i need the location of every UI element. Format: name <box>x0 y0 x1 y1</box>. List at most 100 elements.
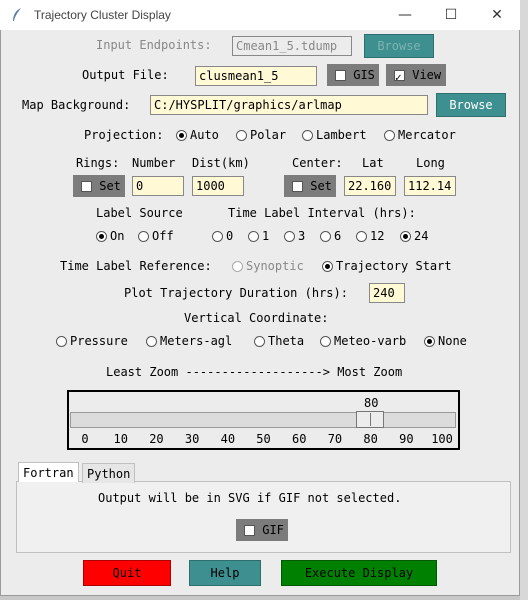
gis-checkbox-box <box>335 70 346 81</box>
feather-icon <box>13 8 21 21</box>
rings-set-checkbox[interactable]: Set <box>73 175 125 197</box>
output-file-field[interactable]: clusmean1_5 <box>195 66 317 86</box>
maximize-button[interactable]: ☐ <box>428 0 474 30</box>
label-source-on-radio[interactable]: On <box>96 229 124 243</box>
output-file-label: Output File: <box>82 68 169 82</box>
gif-checkbox[interactable]: GIF <box>236 519 288 541</box>
interval-1-radio[interactable]: 1 <box>248 229 269 243</box>
view-label: View <box>412 68 442 82</box>
gif-checkbox-box <box>244 525 255 536</box>
projection-label: Projection: <box>84 128 164 142</box>
gis-checkbox[interactable]: GIS <box>327 64 379 86</box>
interval-12-radio[interactable]: 12 <box>356 229 384 243</box>
center-lat-label: Lat <box>362 156 384 170</box>
radio-dot <box>320 231 331 242</box>
radio-label: Synoptic <box>246 259 304 273</box>
plot-duration-field[interactable]: 240 <box>369 283 405 303</box>
zoom-tick-label: 100 <box>431 432 453 446</box>
zoom-tick-label: 20 <box>149 432 164 446</box>
close-button[interactable]: ✕ <box>474 0 520 30</box>
radio-label: 24 <box>414 229 429 243</box>
projection-mercator-radio[interactable]: Mercator <box>384 128 456 142</box>
time-label-interval-label: Time Label Interval (hrs): <box>228 206 416 220</box>
zoom-tick-label: 40 <box>220 432 236 446</box>
input-browse-button[interactable]: Browse <box>364 34 434 58</box>
radio-label: 0 <box>226 229 234 243</box>
zoom-tick-label: 60 <box>292 432 307 446</box>
zoom-tick-label: 0 <box>81 432 89 446</box>
svg-output-message: Output will be in SVG if GIF not selecte… <box>98 491 402 505</box>
rings-set-box <box>81 181 92 192</box>
projection-auto-radio[interactable]: Auto <box>176 128 219 142</box>
radio-label: Meteo-varb <box>334 334 407 348</box>
map-background-field[interactable]: C:/HYSPLIT/graphics/arlmap <box>150 95 428 115</box>
map-background-label: Map Background: <box>22 98 131 112</box>
quit-button[interactable]: Quit <box>83 560 171 586</box>
interval-0-radio[interactable]: 0 <box>212 229 233 243</box>
view-checkbox[interactable]: View <box>386 64 446 89</box>
radio-label: 1 <box>262 229 270 243</box>
radio-dot <box>400 231 411 242</box>
radio-label: Lambert <box>316 128 367 142</box>
center-label: Center: <box>292 156 343 170</box>
rings-dist-label: Dist(km) <box>192 156 250 170</box>
radio-dot <box>56 336 67 347</box>
radio-dot <box>146 336 157 347</box>
radio-label: Theta <box>268 334 305 348</box>
radio-label: On <box>110 229 125 243</box>
interval-24-radio[interactable]: 24 <box>400 229 428 243</box>
zoom-slider-trough[interactable] <box>70 412 456 428</box>
zoom-tick-label: 80 <box>363 432 378 446</box>
center-set-box <box>292 181 303 192</box>
zoom-slider-thumb[interactable] <box>356 411 384 428</box>
zoom-label: Least Zoom -------------------> Most Zoo… <box>106 365 403 379</box>
zoom-tick-label: 10 <box>113 432 128 446</box>
center-set-label: Set <box>310 179 332 193</box>
input-endpoints-label: Input Endpoints: <box>96 38 212 52</box>
radio-dot <box>138 231 149 242</box>
radio-label: 3 <box>298 229 306 243</box>
center-set-checkbox[interactable]: Set <box>284 175 336 197</box>
center-lat-field[interactable]: 22.160 <box>344 176 396 196</box>
gis-label: GIS <box>353 68 375 82</box>
vertical-none-radio[interactable]: None <box>424 334 467 348</box>
plot-duration-label: Plot Trajectory Duration (hrs): <box>124 286 348 300</box>
vertical-meteo-varb-radio[interactable]: Meteo-varb <box>320 334 406 348</box>
projection-polar-radio[interactable]: Polar <box>236 128 286 142</box>
rings-dist-field[interactable]: 1000 <box>192 176 244 196</box>
interval-6-radio[interactable]: 6 <box>320 229 341 243</box>
reference-trajectory-start-radio[interactable]: Trajectory Start <box>322 259 452 273</box>
zoom-value: 80 <box>364 396 379 410</box>
vertical-meters-agl-radio[interactable]: Meters-agl <box>146 334 232 348</box>
radio-label: 12 <box>370 229 385 243</box>
radio-dot <box>320 336 331 347</box>
radio-label: Polar <box>250 128 287 142</box>
minimize-button[interactable]: — <box>382 0 428 30</box>
radio-label: Mercator <box>398 128 456 142</box>
interval-3-radio[interactable]: 3 <box>284 229 305 243</box>
label-source-off-radio[interactable]: Off <box>138 229 174 243</box>
radio-dot <box>284 231 295 242</box>
help-button[interactable]: Help <box>189 560 261 586</box>
center-long-label: Long <box>416 156 445 170</box>
execute-display-button[interactable]: Execute Display <box>281 560 437 586</box>
center-long-field[interactable]: 112.14 <box>404 176 456 196</box>
zoom-tick-label: 70 <box>327 432 343 446</box>
map-browse-button[interactable]: Browse <box>436 93 506 117</box>
rings-number-field[interactable]: 0 <box>132 176 184 196</box>
radio-label: None <box>438 334 467 348</box>
tab-fortran[interactable]: Fortran <box>18 462 79 482</box>
input-endpoints-field[interactable]: Cmean1_5.tdump <box>232 36 352 56</box>
zoom-tick-label: 90 <box>399 432 414 446</box>
radio-label: Off <box>152 229 174 243</box>
projection-lambert-radio[interactable]: Lambert <box>302 128 367 142</box>
tab-python[interactable]: Python <box>82 463 136 483</box>
vertical-theta-radio[interactable]: Theta <box>254 334 304 348</box>
radio-dot <box>424 336 435 347</box>
reference-synoptic-radio[interactable]: Synoptic <box>232 259 304 273</box>
radio-dot <box>254 336 265 347</box>
vertical-pressure-radio[interactable]: Pressure <box>56 334 128 348</box>
rings-label: Rings: <box>76 156 120 170</box>
radio-dot <box>384 130 395 141</box>
rings-set-label: Set <box>99 179 121 193</box>
